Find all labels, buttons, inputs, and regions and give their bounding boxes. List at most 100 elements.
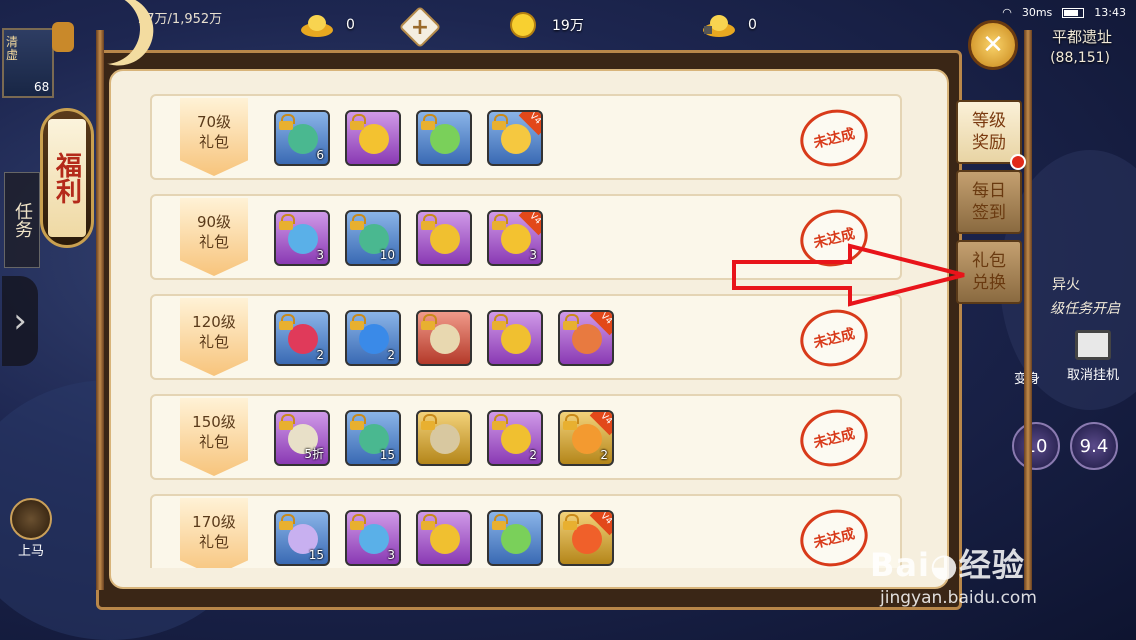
reward-item[interactable] [416,310,472,366]
paw-icon: ◕ [929,546,959,584]
skill-button-2[interactable]: 9.4 [1070,422,1118,470]
reward-item[interactable]: 15 [345,410,401,466]
reward-item[interactable] [345,110,401,166]
lock-icon [279,214,295,230]
notification-dot [1010,154,1026,170]
bound-ingot-currency: 0 [702,12,757,38]
panel-pillar-left [96,30,104,590]
tab-level-rewards-label: 等级奖励 [972,111,1006,153]
mount-label: 上马 [17,544,44,559]
reward-item[interactable] [416,210,472,266]
lantern-decoration [52,22,74,52]
skill-cooldown-2: 9.4 [1079,435,1109,457]
level-title: 90级 [196,213,232,231]
level-subtitle: 礼包 [198,133,229,151]
level-ribbon: 90级 礼包 [180,198,248,276]
lock-icon [421,214,437,230]
currency-bar: 0 + 19万 0 [300,4,860,49]
welfare-tab[interactable]: 福利 [40,108,94,248]
reward-item[interactable]: 5折 [274,410,330,466]
gold-ingot-icon [301,15,333,37]
bound-gold-ingot-icon [703,15,735,37]
monitor-icon [1075,330,1111,360]
reward-item[interactable]: 2 V4 [558,410,614,466]
reward-item[interactable]: 10 [345,210,401,266]
reward-item[interactable]: 3 [345,510,401,566]
lock-icon [421,514,437,530]
task-tab[interactable]: 任务 [4,172,40,268]
reward-list[interactable]: 70级 礼包 6 V4 未达成 90级 礼包 3 10 3 V4 未达成 120级 礼包… [150,94,902,568]
coin-icon [510,12,536,38]
recharge-button[interactable]: + [398,5,442,49]
expand-arrow-button[interactable]: › [2,276,38,366]
item-list: 3 10 3 V4 [274,210,543,266]
tab-daily-signin-label: 每日签到 [972,181,1006,223]
lock-icon [563,414,579,430]
reward-row: 170级 礼包 15 3 V4 未达成 [150,494,902,568]
battery-icon [1062,7,1085,18]
lock-icon [421,114,437,130]
reward-item[interactable]: 3 [274,210,330,266]
watermark-suffix: 经验 [958,546,1025,584]
gold-ingot-currency: 0 [300,12,355,38]
reward-item[interactable] [416,110,472,166]
welfare-label: 福利 [48,119,86,237]
device-status: ◠ 30ms 13:43 [1002,6,1126,19]
reward-item[interactable]: V4 [558,510,614,566]
lock-icon [563,514,579,530]
lock-icon [350,414,366,430]
lock-icon [492,314,508,330]
reward-item[interactable]: V4 [487,110,543,166]
item-count: 5折 [304,447,324,461]
map-coordinates: (88,151) [1050,50,1110,66]
reward-item[interactable] [416,410,472,466]
chevron-right-icon: › [13,301,27,341]
lock-icon [563,314,579,330]
reward-item[interactable] [487,310,543,366]
close-button[interactable]: ✕ [968,20,1018,70]
reward-item[interactable]: 6 [274,110,330,166]
player-hp: 27万/1,952万 [138,12,223,27]
item-count: 6 [316,148,324,162]
tab-level-rewards[interactable]: 等级奖励 [956,100,1026,170]
lock-icon [492,114,508,130]
reward-item[interactable]: 2 [487,410,543,466]
lock-icon [421,414,437,430]
reward-item[interactable]: 3 V4 [487,210,543,266]
lock-icon [350,214,366,230]
bound-ingot-value: 0 [748,17,757,33]
cancel-auto-button[interactable]: 取消挂机 [1058,330,1128,383]
lock-icon [279,514,295,530]
lock-icon [279,114,295,130]
lock-icon [350,114,366,130]
lock-icon [279,314,295,330]
watermark-url: jingyan.baidu.com [880,588,1037,608]
item-list: 2 2 V4 [274,310,614,366]
not-achieved-stamp: 未达成 [794,302,874,374]
baidu-watermark: Bai◕经验 [870,540,1025,586]
lock-icon [421,314,437,330]
ping-text: 30ms [1021,6,1053,19]
lock-icon [350,314,366,330]
item-count: 15 [379,448,395,462]
reward-item[interactable]: 2 [274,310,330,366]
item-list: 15 3 V4 [274,510,614,566]
reward-item[interactable]: 15 [274,510,330,566]
mount-button[interactable]: 上马 [6,498,56,559]
item-list: 6 V4 [274,110,543,166]
cancel-auto-label: 取消挂机 [1066,368,1119,383]
wifi-icon: ◠ [1002,6,1012,19]
reward-item[interactable] [416,510,472,566]
player-name: 清虚 [6,35,19,62]
item-count: 3 [529,248,537,262]
gold-ingot-value: 0 [346,17,355,33]
level-ribbon: 120级 礼包 [180,298,248,376]
skill-button-1[interactable]: 10 [1012,422,1060,470]
item-count: 2 [387,348,395,362]
reward-item[interactable]: V4 [558,310,614,366]
coin-value: 19万 [552,18,584,34]
reward-item[interactable]: 2 [345,310,401,366]
reward-row: 70级 礼包 6 V4 未达成 [150,94,902,180]
tab-daily-signin[interactable]: 每日签到 [956,170,1022,234]
reward-item[interactable] [487,510,543,566]
